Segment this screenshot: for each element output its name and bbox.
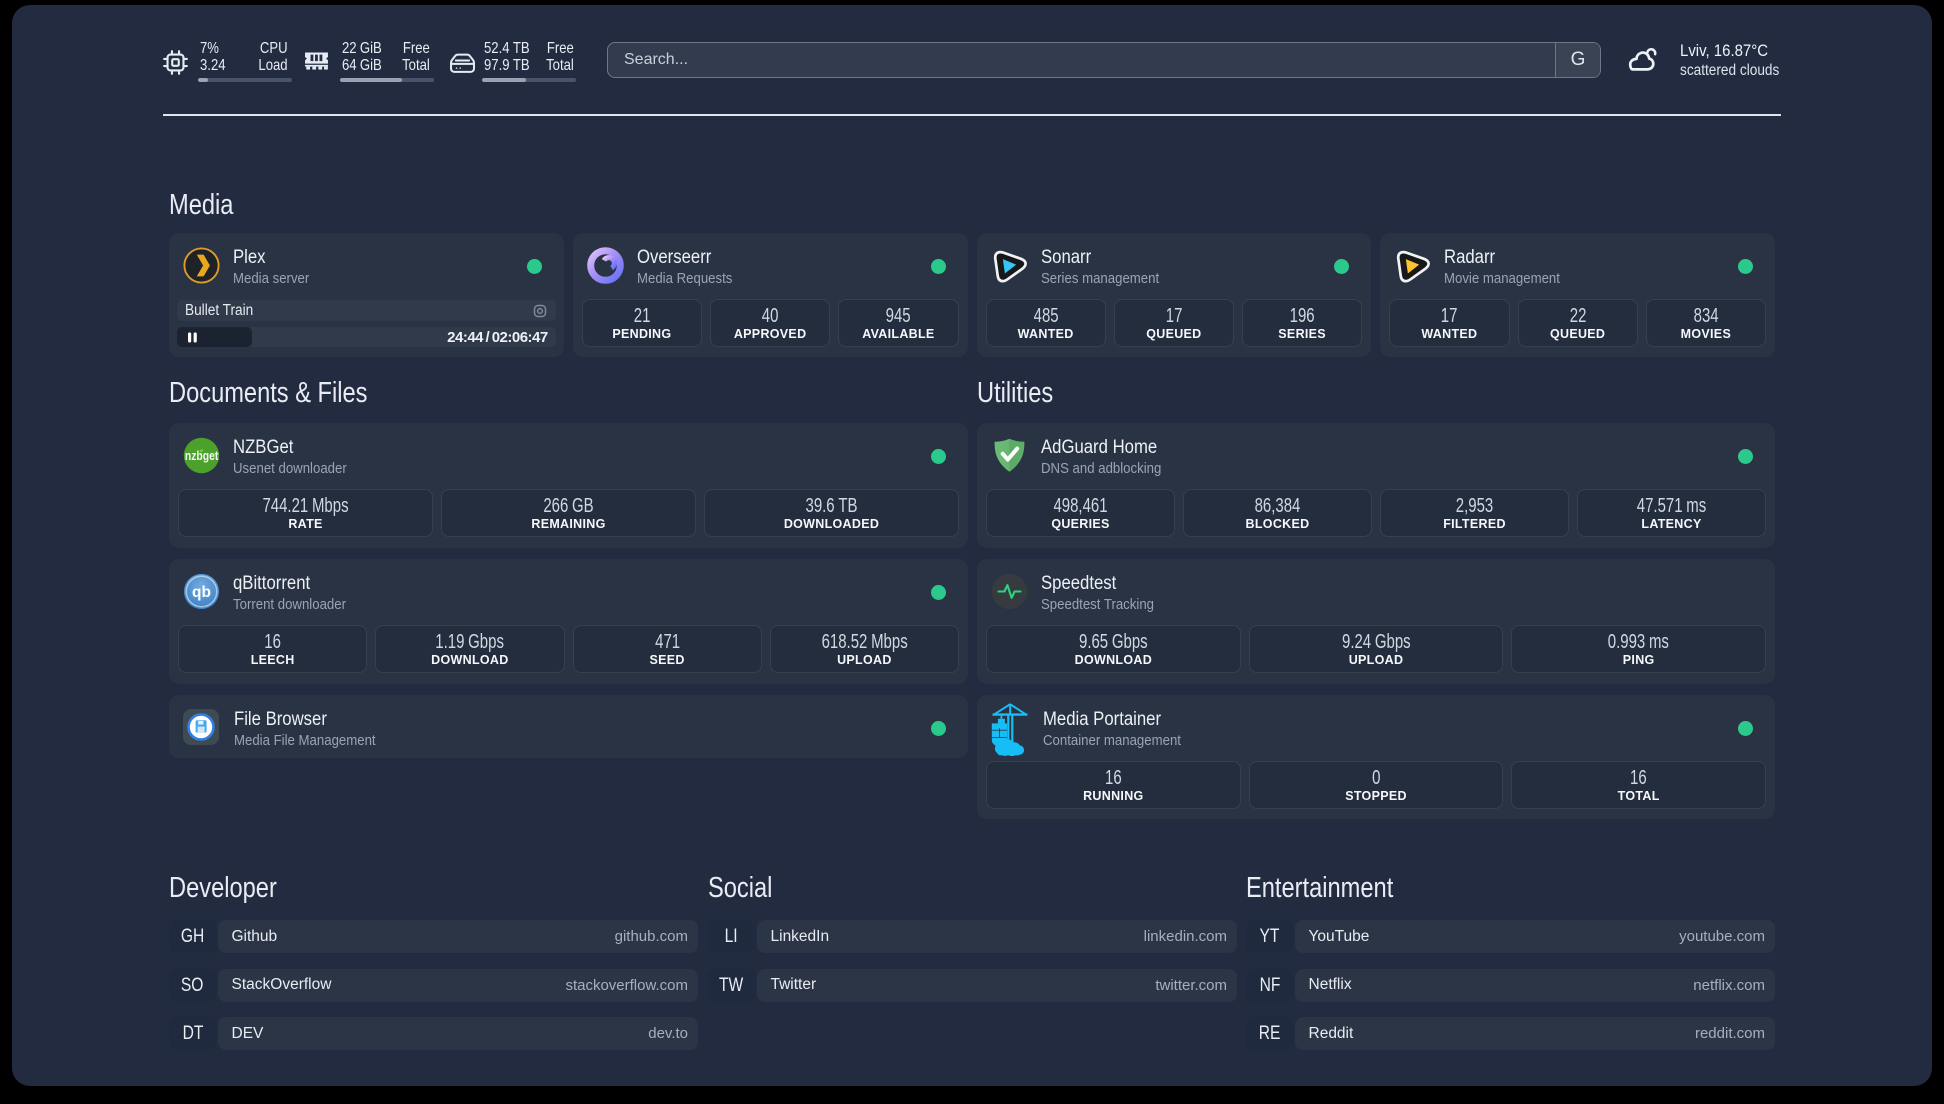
svg-text:nzbget: nzbget	[185, 449, 219, 463]
svg-text:qb: qb	[192, 584, 211, 601]
